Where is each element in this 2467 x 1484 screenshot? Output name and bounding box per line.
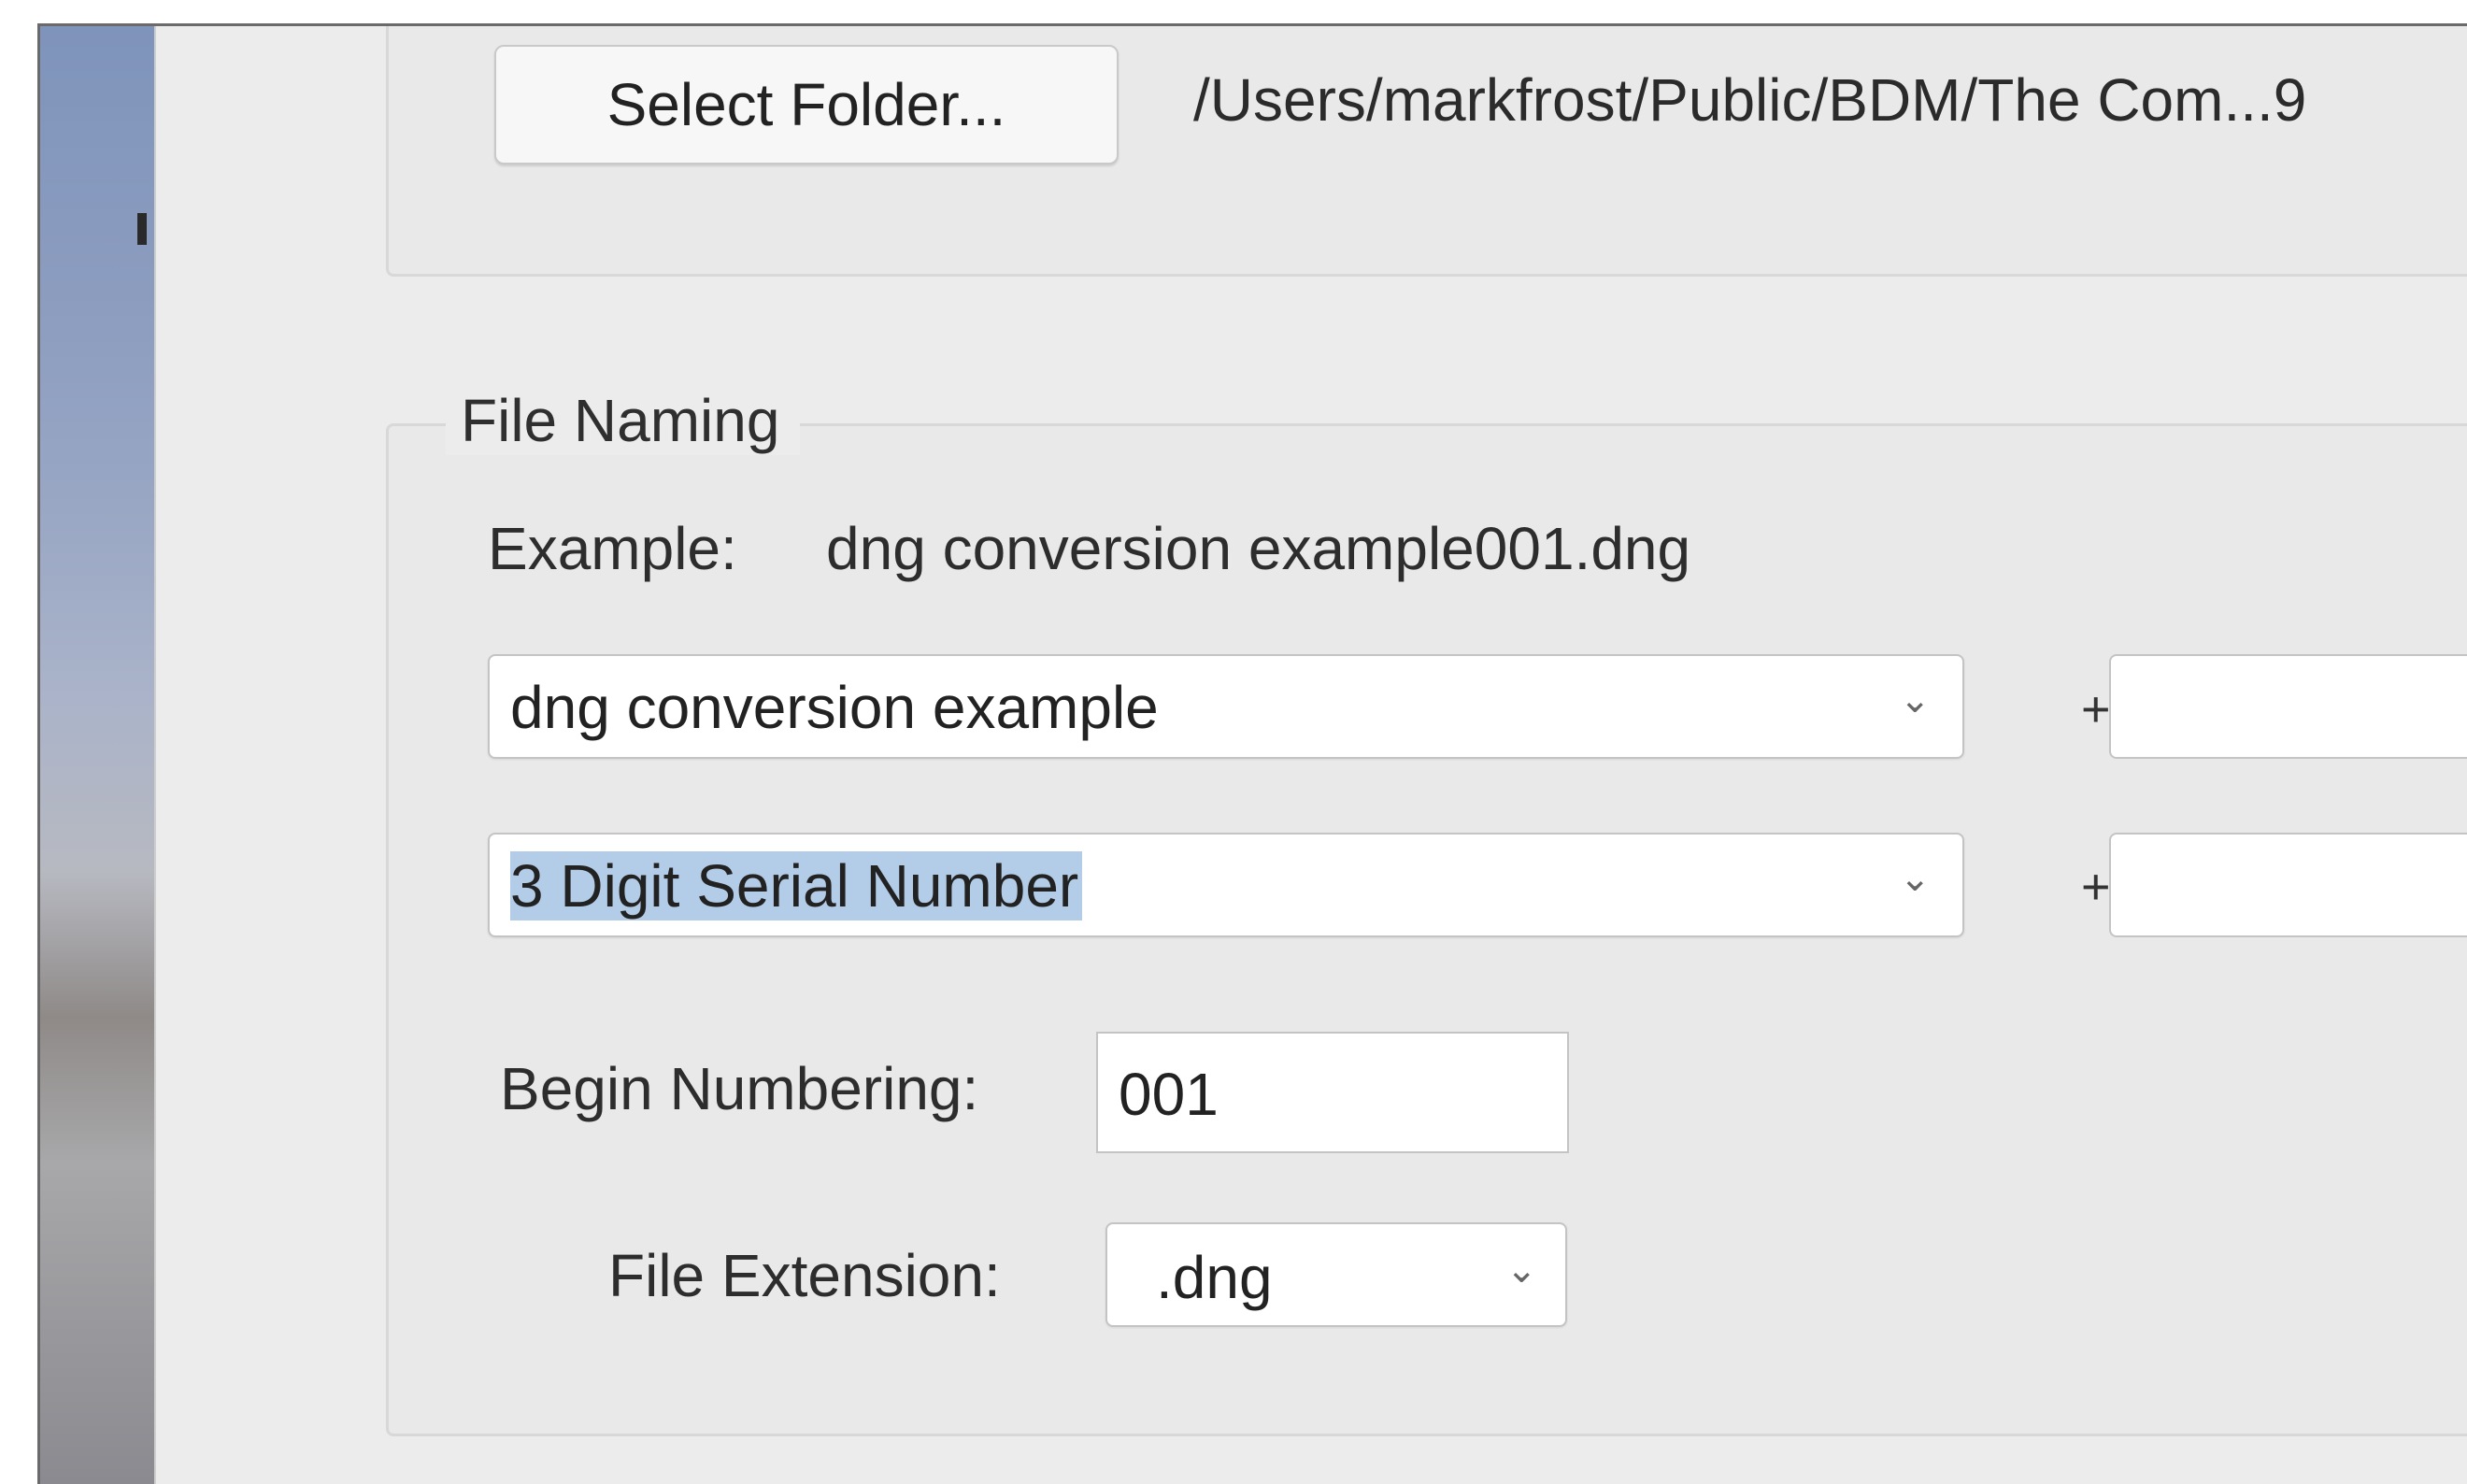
plus-sign: + [2081, 859, 2111, 915]
screenshot-frame: Select Folder... /Users/markfrost/Public… [37, 23, 2467, 1484]
naming-extra-field-1[interactable] [2109, 654, 2467, 759]
desktop-background [40, 26, 154, 1484]
chevron-down-icon: ⌄ [1899, 858, 1931, 899]
naming-select-1[interactable]: dng conversion example ⌄ [488, 654, 1964, 759]
begin-numbering-value: 001 [1119, 1061, 1219, 1128]
chevron-down-icon: ⌄ [1505, 1249, 1537, 1291]
file-extension-select[interactable]: .dng ⌄ [1105, 1222, 1567, 1327]
plus-sign: + [2081, 681, 2111, 737]
naming-select-2-value: 3 Digit Serial Number [510, 851, 1083, 920]
chevron-down-icon: ⌄ [1899, 679, 1931, 721]
example-label: Example: [488, 515, 737, 582]
file-extension-label: File Extension: [608, 1242, 1001, 1309]
desktop-edge-mark [137, 213, 147, 245]
begin-numbering-label: Begin Numbering: [500, 1055, 979, 1122]
naming-select-1-value: dng conversion example [510, 674, 1159, 741]
destination-path: /Users/markfrost/Public/BDM/The Com...9 [1193, 66, 2307, 134]
example-filename: dng conversion example001.dng [826, 515, 1691, 582]
dng-converter-dialog: Select Folder... /Users/markfrost/Public… [154, 26, 2467, 1484]
naming-extra-field-2[interactable] [2109, 833, 2467, 937]
select-folder-button[interactable]: Select Folder... [494, 45, 1119, 164]
begin-numbering-field[interactable]: 001 [1096, 1032, 1569, 1153]
naming-select-2[interactable]: 3 Digit Serial Number ⌄ [488, 833, 1964, 937]
file-extension-value: .dng [1156, 1244, 1273, 1311]
file-naming-title: File Naming [446, 386, 801, 455]
